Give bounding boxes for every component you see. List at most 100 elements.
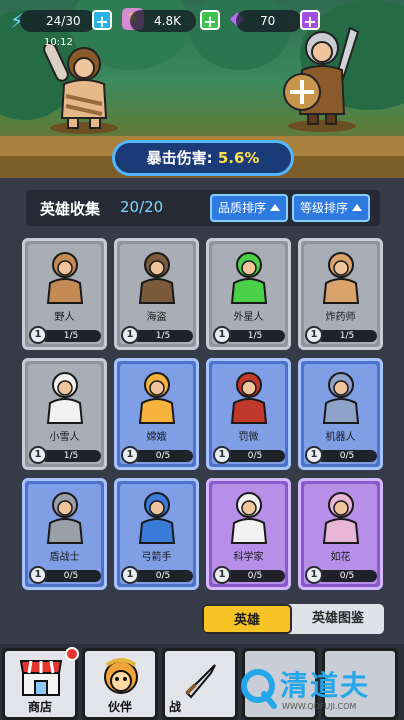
energy-counter: 24/30 — [20, 10, 96, 32]
hero-card[interactable]: 外星人 1/5 1 — [206, 238, 291, 350]
energy-value: 24/30 — [46, 14, 81, 28]
gold-value: 4.8K — [154, 14, 181, 28]
hero-level-badge: 1 — [121, 326, 139, 344]
hero-name: 炸药师 — [325, 312, 356, 323]
hero-portrait — [230, 252, 267, 304]
sort-quality-label: 品质排序 — [218, 201, 267, 215]
view-toggle: 英雄 英雄图鉴 — [202, 604, 384, 634]
hero-card[interactable]: 小雪人 1/5 1 — [22, 358, 107, 470]
shield-warrior-character — [283, 26, 360, 132]
nav-shop[interactable]: 商店 — [2, 647, 79, 720]
nav-battle-label: 战 — [169, 700, 182, 714]
caveman-character — [43, 42, 118, 134]
monkey-icon — [104, 658, 138, 694]
collection-count: 20/20 — [120, 198, 164, 216]
hero-level-badge: 1 — [305, 446, 323, 464]
hero-shard-progress: 0/5 — [317, 570, 377, 582]
hero-shard-progress: 0/5 — [133, 570, 193, 582]
hero-level-badge: 1 — [213, 566, 231, 584]
hero-portrait — [138, 252, 175, 304]
nav-battle[interactable]: 战 — [162, 648, 238, 720]
hero-name: 嫦娥 — [146, 432, 167, 443]
hero-shard-progress: 1/5 — [225, 330, 285, 342]
watermark-logo — [241, 669, 277, 709]
hero-portrait — [322, 252, 359, 304]
hero-portrait — [46, 492, 83, 544]
watermark: 清道夫 WWW.QDFUJI.COM — [238, 664, 400, 716]
hero-shard-progress: 0/5 — [225, 450, 285, 462]
hero-portrait — [46, 252, 83, 304]
nav-partner[interactable]: 伙伴 — [82, 648, 158, 720]
hero-card[interactable]: 嫦娥 0/5 1 — [114, 358, 199, 470]
gold-counter: 4.8K — [130, 10, 196, 32]
hero-shard-progress: 1/5 — [41, 450, 101, 462]
crit-value: 5.6% — [217, 149, 260, 167]
hero-name: 野人 — [54, 312, 75, 323]
hero-level-badge: 1 — [29, 566, 47, 584]
hero-card[interactable]: 盾战士 0/5 1 — [22, 478, 107, 590]
collection-title: 英雄收集 — [40, 200, 101, 218]
hero-shard-progress: 0/5 — [225, 570, 285, 582]
hero-name: 外星人 — [233, 312, 264, 323]
gem-counter: 70 — [236, 10, 302, 32]
hero-name: 罚微 — [238, 432, 259, 443]
hero-shard-progress: 0/5 — [41, 570, 101, 582]
hero-portrait — [322, 492, 359, 544]
sort-level-label: 等级排序 — [300, 201, 349, 215]
hero-name: 如花 — [330, 552, 351, 563]
hero-portrait — [138, 492, 175, 544]
triangle-up-icon — [270, 204, 281, 211]
triangle-up-icon — [352, 204, 363, 211]
add-gold-button[interactable]: + — [200, 10, 220, 31]
hero-shard-progress: 1/5 — [317, 330, 377, 342]
hero-portrait — [322, 372, 359, 424]
hero-shard-progress: 1/5 — [133, 330, 193, 342]
tab-hero-codex[interactable]: 英雄图鉴 — [292, 604, 384, 634]
hero-card[interactable]: 弓箭手 0/5 1 — [114, 478, 199, 590]
sword-icon — [185, 664, 216, 699]
hero-level-badge: 1 — [305, 566, 323, 584]
hero-portrait — [46, 372, 83, 424]
add-gems-button[interactable]: + — [300, 10, 320, 31]
hero-level-badge: 1 — [213, 326, 231, 344]
hero-name: 海盗 — [146, 312, 167, 323]
hero-name: 机器人 — [325, 432, 356, 443]
hero-card[interactable]: 炸药师 1/5 1 — [298, 238, 383, 350]
hero-portrait — [230, 492, 267, 544]
hero-name: 科学家 — [233, 552, 264, 563]
hero-shard-progress: 1/5 — [41, 330, 101, 342]
watermark-url: WWW.QDFUJI.COM — [282, 702, 357, 711]
hero-level-badge: 1 — [121, 566, 139, 584]
notification-badge — [65, 647, 79, 661]
hero-level-badge: 1 — [121, 446, 139, 464]
shop-icon — [19, 660, 63, 696]
tab-heroes[interactable]: 英雄 — [202, 604, 292, 634]
hero-card[interactable]: 海盗 1/5 1 — [114, 238, 199, 350]
crit-damage-banner: 暴击伤害: 5.6% — [112, 140, 294, 176]
hero-level-badge: 1 — [305, 326, 323, 344]
hero-level-badge: 1 — [29, 326, 47, 344]
hero-card[interactable]: 机器人 0/5 1 — [298, 358, 383, 470]
crit-label: 暴击伤害: — [146, 149, 213, 167]
gem-value: 70 — [260, 14, 276, 28]
hero-name: 小雪人 — [49, 432, 80, 443]
watermark-text: 清道夫 — [280, 669, 371, 702]
nav-shop-label: 商店 — [27, 700, 52, 714]
hero-level-badge: 1 — [29, 446, 47, 464]
hero-shard-progress: 0/5 — [133, 450, 193, 462]
hero-collection-panel: 英雄收集 20/20 品质排序 等级排序 野人 1/5 1 海盗 1/5 1 外星人 1/5 1… — [0, 178, 404, 644]
add-energy-button[interactable]: + — [92, 10, 112, 31]
hero-card[interactable]: 野人 1/5 1 — [22, 238, 107, 350]
hero-level-badge: 1 — [213, 446, 231, 464]
hero-name: 盾战士 — [49, 552, 80, 563]
hero-card[interactable]: 科学家 0/5 1 — [206, 478, 291, 590]
hero-card[interactable]: 罚微 0/5 1 — [206, 358, 291, 470]
energy-timer: 10:12 — [44, 37, 73, 48]
collection-header: 英雄收集 20/20 品质排序 等级排序 — [26, 190, 380, 226]
hero-name: 弓箭手 — [141, 552, 172, 563]
hero-card[interactable]: 如花 0/5 1 — [298, 478, 383, 590]
sort-by-quality-button[interactable]: 品质排序 — [210, 194, 289, 222]
sort-by-level-button[interactable]: 等级排序 — [292, 194, 371, 222]
hud-bar: ⚡ 24/30 + ♛ 4.8K + ◆ 70 + — [0, 8, 404, 34]
hero-portrait — [138, 372, 175, 424]
